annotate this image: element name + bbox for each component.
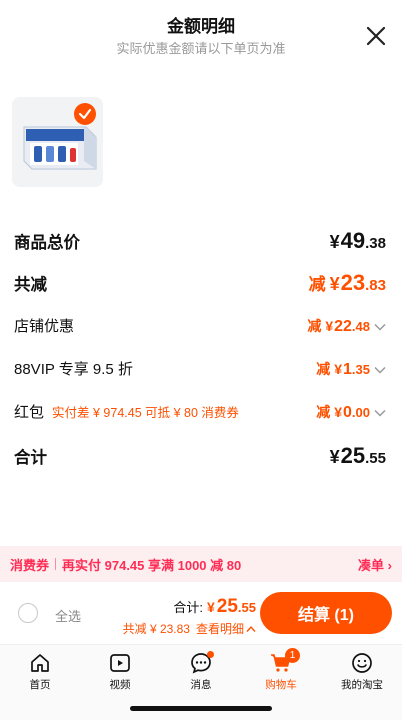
redbag-label: 红包 (14, 404, 45, 421)
amount-decimal: .83 (365, 277, 386, 294)
total-discount-label: 共减 (14, 276, 47, 294)
view-detail-link[interactable]: 查看明细 (196, 620, 256, 637)
tab-cart-label: 购物车 (265, 679, 297, 691)
currency-symbol: ¥ (325, 318, 334, 334)
total-discount-amount: 减 ¥23.83 (309, 270, 386, 296)
checkout-total-label: 合计: (173, 600, 203, 615)
goods-total-amount: ¥49.38 (330, 228, 386, 254)
minus-label: 减 (308, 275, 326, 294)
vip-discount-label: 88VIP 专享 9.5 折 (14, 361, 133, 378)
redbag-note: 实付差 ¥ 974.45 可抵 ¥ 80 消费券 (52, 406, 239, 420)
redbag-label-group: 红包 实付差 ¥ 974.45 可抵 ¥ 80 消费券 (14, 401, 239, 422)
tab-video[interactable]: 视频 (88, 651, 152, 692)
vip-discount-amount: 减 ¥1.35 (316, 359, 386, 379)
view-detail-label: 查看明细 (195, 622, 244, 636)
tab-video-label: 视频 (109, 679, 131, 691)
amount-integer: 25 (340, 443, 366, 468)
cart-count-badge: 1 (285, 648, 300, 663)
amount-integer: 49 (340, 228, 366, 253)
amount-integer: 0 (343, 404, 352, 421)
selected-check-icon (74, 103, 96, 125)
profile-icon (352, 653, 372, 673)
checkout-discount: 共减 ¥ 23.83 (122, 622, 190, 636)
shop-discount-label: 店铺优惠 (14, 318, 75, 335)
amount-decimal: .48 (351, 319, 370, 334)
coupon-tag: 消费券 (10, 557, 50, 573)
home-indicator (130, 706, 272, 711)
currency-symbol: ¥ (329, 447, 340, 467)
chevron-up-icon (246, 625, 256, 632)
tab-home-label: 首页 (29, 679, 51, 691)
vip-discount-row[interactable]: 88VIP 专享 9.5 折 减 ¥1.35 (14, 358, 386, 379)
chevron-down-icon[interactable] (374, 323, 386, 331)
currency-symbol: ¥ (329, 232, 340, 252)
total-discount-row: 共减 减 ¥23.83 (14, 270, 386, 296)
sheet-title: 金额明细 (167, 17, 235, 36)
coupon-divider (55, 558, 57, 570)
amount-integer: 22 (334, 318, 352, 335)
subtotal-label: 合计 (14, 449, 47, 467)
currency-symbol: ¥ (329, 274, 340, 294)
coupon-bar[interactable]: 消费券 再实付 974.45 享满 1000 减 80 凑单 › (0, 546, 402, 582)
amount-decimal: .00 (351, 405, 370, 420)
currency-symbol: ¥ (334, 361, 343, 377)
redbag-amount: 减 ¥0.00 (316, 402, 386, 422)
tab-home[interactable]: 首页 (8, 651, 72, 692)
currency-symbol: ¥ (334, 404, 343, 420)
tab-message[interactable]: 消息 (169, 651, 233, 692)
add-items-link[interactable]: 凑单 › (358, 555, 392, 574)
redbag-row[interactable]: 红包 实付差 ¥ 974.45 可抵 ¥ 80 消费券 减 ¥0.00 (14, 401, 386, 422)
amount-integer: 23 (340, 270, 366, 295)
close-icon[interactable] (364, 24, 388, 48)
shop-discount-row[interactable]: 店铺优惠 减 ¥22.48 (14, 315, 386, 336)
minus-label: 减 (307, 318, 322, 334)
chevron-down-icon[interactable] (374, 366, 386, 374)
checkout-total: 合计: ¥25.55 (173, 596, 256, 618)
checkout-sub-line: 共减 ¥ 23.83 查看明细 (123, 620, 256, 637)
select-all-label[interactable]: 全选 (55, 606, 81, 625)
sheet-subtitle: 实际优惠金额请以下单页为准 (116, 41, 286, 56)
chevron-down-icon[interactable] (374, 409, 386, 417)
currency-symbol: ¥ (206, 599, 215, 615)
amount-integer: 25 (216, 596, 238, 617)
subtotal-row: 合计 ¥25.55 (14, 443, 386, 469)
coupon-text: 再实付 974.45 享满 1000 减 80 (62, 557, 242, 573)
amount-decimal: .55 (365, 450, 386, 467)
checkout-bar: 全选 合计: ¥25.55 共减 ¥ 23.83 查看明细 结算 (1) (0, 584, 402, 642)
amount-decimal: .55 (237, 600, 256, 615)
tab-profile[interactable]: 我的淘宝 (330, 651, 394, 692)
tab-profile-label: 我的淘宝 (341, 679, 383, 691)
video-icon (110, 654, 130, 672)
amount-decimal: .38 (365, 235, 386, 252)
tab-message-label: 消息 (190, 679, 212, 691)
goods-total-label: 商品总价 (14, 234, 80, 252)
amount-detail-sheet: 金额明细 实际优惠金额请以下单页为准 商品总价 ¥49.38 共减 减 ¥23.8… (0, 0, 402, 540)
home-icon (31, 654, 49, 672)
unread-dot (207, 651, 214, 658)
minus-label: 减 (316, 404, 331, 420)
goods-total-row: 商品总价 ¥49.38 (14, 228, 386, 254)
amount-decimal: .35 (351, 362, 370, 377)
settle-button[interactable]: 结算 (1) (260, 592, 392, 634)
select-all-radio[interactable] (18, 603, 38, 623)
shop-discount-amount: 减 ¥22.48 (307, 316, 386, 336)
minus-label: 减 (316, 361, 331, 377)
amount-integer: 1 (343, 361, 352, 378)
subtotal-amount: ¥25.55 (330, 443, 386, 469)
tab-cart[interactable]: 1 购物车 (249, 648, 313, 692)
